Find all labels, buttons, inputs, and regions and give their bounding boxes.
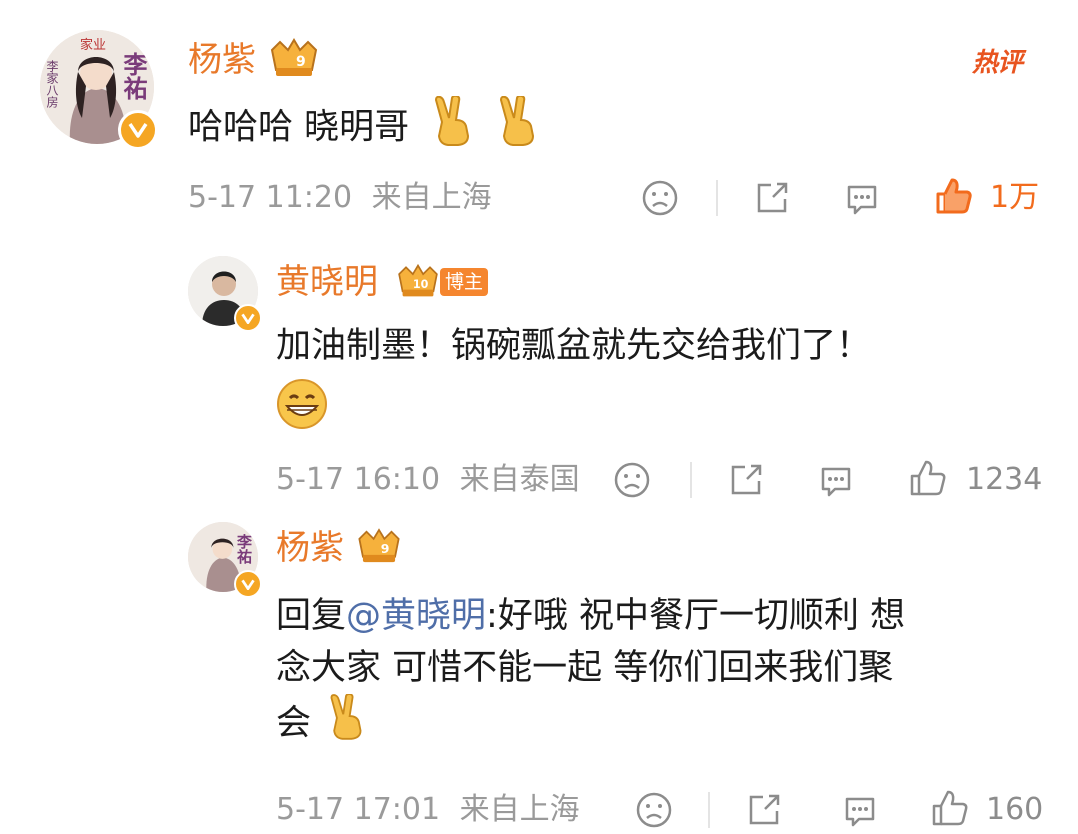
comment-location: 来自上海 [371,180,492,215]
like-button[interactable] [908,458,948,498]
member-crown-icon: 9 [354,526,404,570]
like-count: 1234 [966,462,1043,497]
dislike-button[interactable] [634,790,674,830]
like-count: 1万 [990,180,1040,215]
reply-text-line2: 念大家 可惜不能一起 等你们回来我们聚 [276,648,894,688]
thumbs-up-icon [936,178,972,214]
reply-time: 5-17 17:01 [276,792,441,827]
reply-text: 回复@黄晓明:好哦 祝中餐厅一切顺利 想 念大家 可惜不能一起 等你们回来我们聚… [276,590,1056,755]
comment-time: 5-17 11:20 [188,180,353,215]
member-crown-icon: 9 [266,36,322,84]
share-button[interactable] [726,460,766,500]
reply-prefix: 回复 [276,596,347,636]
svg-text:9: 9 [381,541,390,556]
share-button[interactable] [752,178,792,218]
comment-bubble-icon [845,797,875,827]
member-crown-icon: 10 [394,262,442,304]
grinning-face-icon [276,378,328,434]
comment-text: 哈哈哈 晓明哥 [188,94,539,161]
reply-username[interactable]: 杨紫 [276,528,344,568]
avatar-caption-main: 李祐 [119,52,148,100]
avatar-caption-main: 李祐 [235,534,253,564]
verified-badge [118,110,158,150]
reply-button[interactable] [842,178,882,218]
share-icon [731,464,762,495]
svg-text:9: 9 [296,54,306,70]
comment-bubble-icon [847,185,877,215]
reply-text-line3: 会 [276,703,312,744]
avatar-caption-side: 李家八房 [45,60,59,108]
comment-username[interactable]: 杨紫 [188,40,256,80]
sad-face-icon [642,180,678,216]
divider [690,462,692,498]
avatar-caption-top: 家业 [80,38,107,53]
sad-face-icon [614,462,650,498]
thumbs-up-icon [932,790,968,826]
reply-location: 来自泰国 [459,462,580,497]
divider [716,180,718,216]
reply-location: 来自上海 [459,792,580,827]
comment-bubble-icon [821,467,851,497]
victory-hand-icon [430,94,474,161]
svg-text:10: 10 [413,278,429,291]
verified-badge [234,304,262,332]
share-button[interactable] [744,790,784,830]
divider [708,792,710,828]
like-count: 160 [986,792,1044,827]
mention-link[interactable]: @黄晓明 [346,596,486,636]
reply-username[interactable]: 黄晓明 [276,262,378,302]
victory-hand-icon [326,693,366,755]
hot-comment-label: 热评 [972,48,1023,78]
reply-button[interactable] [840,790,880,830]
reply-meta: 5-17 17:01 来自上海 [276,792,580,828]
blogger-tag: 博主 [440,268,489,296]
thumbs-up-icon [910,460,946,496]
reply-meta: 5-17 16:10 来自泰国 [276,462,580,498]
dislike-button[interactable] [612,460,652,500]
comment-text-content: 哈哈哈 晓明哥 [188,107,410,148]
share-icon [749,794,780,825]
comment-meta: 5-17 11:20 来自上海 [188,180,492,216]
verified-badge [234,570,262,598]
reply-time: 5-17 16:10 [276,462,441,497]
dislike-button[interactable] [640,178,680,218]
reply-text: 加油制墨！锅碗瓢盆就先交给我们了！ [276,326,872,366]
sad-face-icon [636,792,672,828]
share-icon [757,182,788,213]
victory-hand-icon [495,94,539,161]
like-button[interactable] [934,176,974,216]
like-button[interactable] [930,788,970,828]
reply-button[interactable] [816,460,856,500]
reply-text-line1: :好哦 祝中餐厅一切顺利 想 [486,596,906,636]
